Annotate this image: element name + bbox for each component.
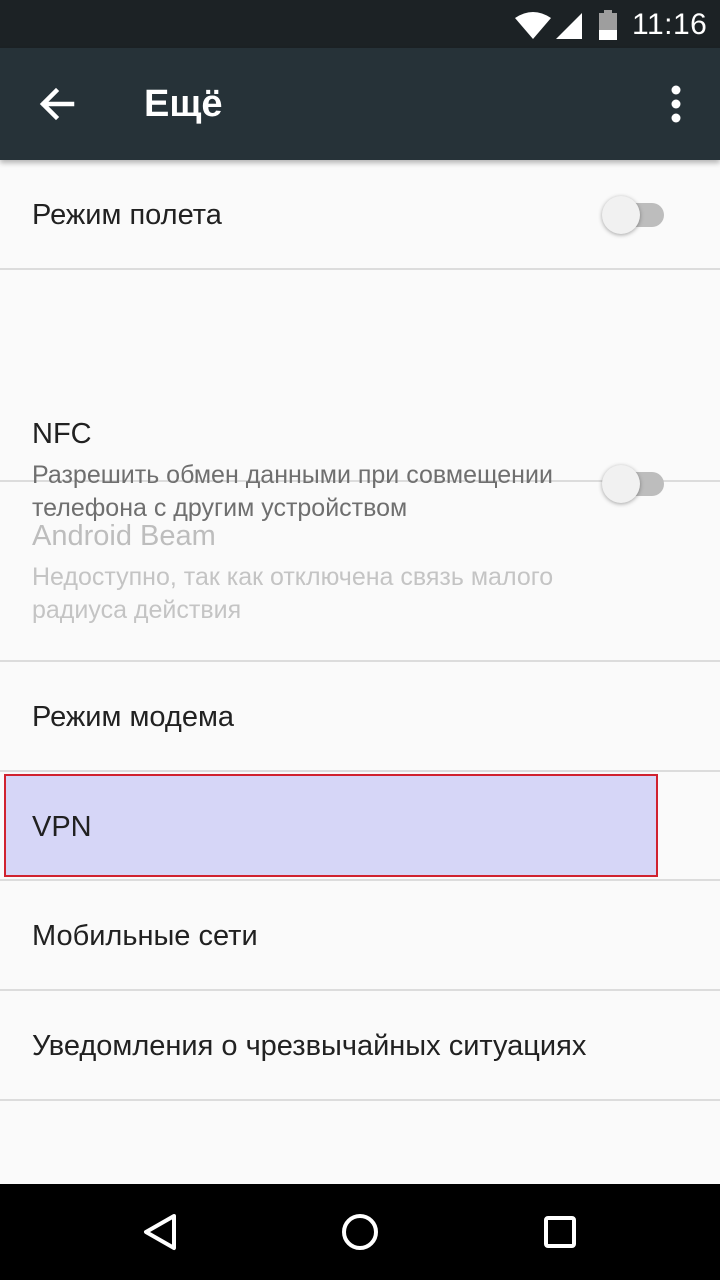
app-bar: Ещё [0,48,720,160]
list-item-title: Уведомления о чрезвычайных ситуациях [32,1030,587,1062]
more-vert-icon[interactable] [650,74,702,134]
settings-list: Режим полета NFC Разрешить обмен данными… [0,160,720,1101]
back-triangle-icon[interactable] [136,1208,184,1256]
arrow-back-icon[interactable] [28,74,88,134]
navigation-bar [0,1184,720,1280]
list-item-title: NFC [32,418,92,450]
airplane-mode-toggle[interactable] [600,195,668,235]
list-item-title: Режим полета [32,199,222,231]
status-bar: 11:16 [0,0,720,48]
list-item-tethering[interactable]: Режим модема [0,662,720,772]
list-item-vpn[interactable]: VPN [0,772,720,881]
list-item-title: Режим модема [32,701,235,733]
list-item-android-beam: Android Beam Недоступно, так как отключе… [0,482,720,662]
home-circle-icon[interactable] [336,1208,384,1256]
list-item-emergency-alerts[interactable]: Уведомления о чрезвычайных ситуациях [0,991,720,1101]
clock: 11:16 [632,8,708,41]
list-item-title: VPN [32,811,92,843]
list-item-title: Android Beam [32,520,216,552]
cell-signal-icon [556,13,582,39]
battery-icon [599,10,617,40]
highlight-box [4,774,658,877]
wifi-icon [515,12,551,39]
page-title: Ещё [144,83,223,125]
list-item-title: Мобильные сети [32,920,258,952]
recents-square-icon[interactable] [536,1208,584,1256]
list-item-mobile-networks[interactable]: Мобильные сети [0,881,720,991]
list-item-nfc[interactable]: NFC Разрешить обмен данными при совмещен… [0,270,720,522]
list-item-subtitle: Недоступно, так как отключена связь мало… [32,563,554,624]
list-item-airplane-mode[interactable]: Режим полета [0,160,720,270]
